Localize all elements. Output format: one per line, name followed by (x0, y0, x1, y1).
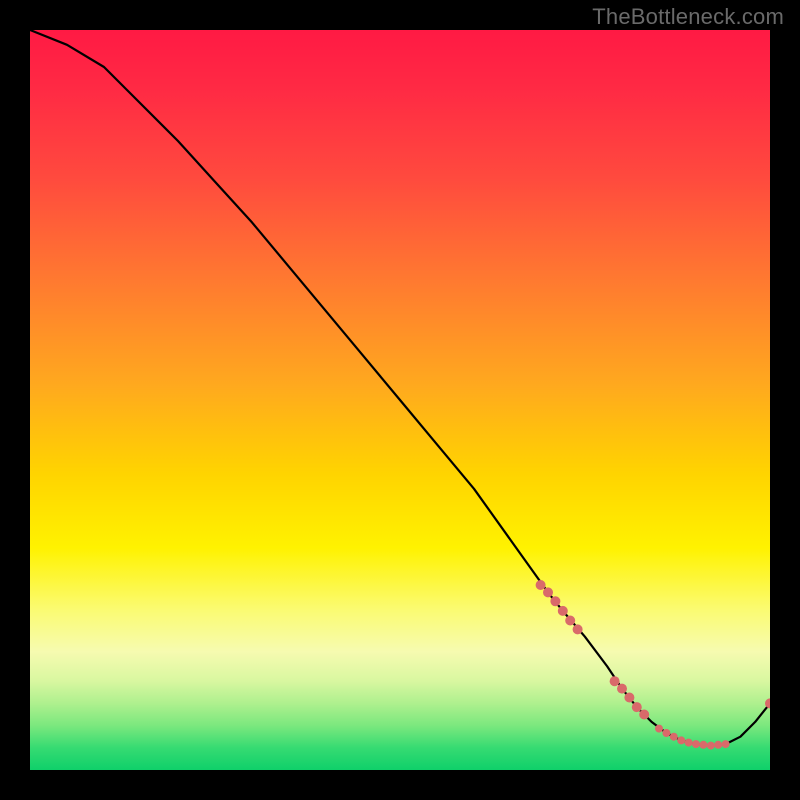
marker-point (662, 729, 670, 737)
marker-point (624, 693, 634, 703)
marker-point (699, 741, 707, 749)
marker-point (610, 676, 620, 686)
marker-point (543, 587, 553, 597)
marker-point (677, 736, 685, 744)
marker-point (722, 740, 730, 748)
marker-point (670, 733, 678, 741)
curve-svg (30, 30, 770, 770)
marker-point (639, 710, 649, 720)
plot-area (30, 30, 770, 770)
marker-point (550, 596, 560, 606)
chart-frame: TheBottleneck.com (0, 0, 800, 800)
marker-point (765, 698, 770, 708)
marker-point (632, 702, 642, 712)
marker-point (685, 739, 693, 747)
watermark-label: TheBottleneck.com (592, 4, 784, 30)
marker-point (536, 580, 546, 590)
marker-point (573, 624, 583, 634)
marker-point (692, 740, 700, 748)
marker-point (707, 742, 715, 750)
marker-point (565, 616, 575, 626)
marker-point (617, 684, 627, 694)
marker-point (714, 741, 722, 749)
bottleneck-curve-path (30, 30, 770, 746)
marker-point (558, 606, 568, 616)
marker-point (655, 725, 663, 733)
